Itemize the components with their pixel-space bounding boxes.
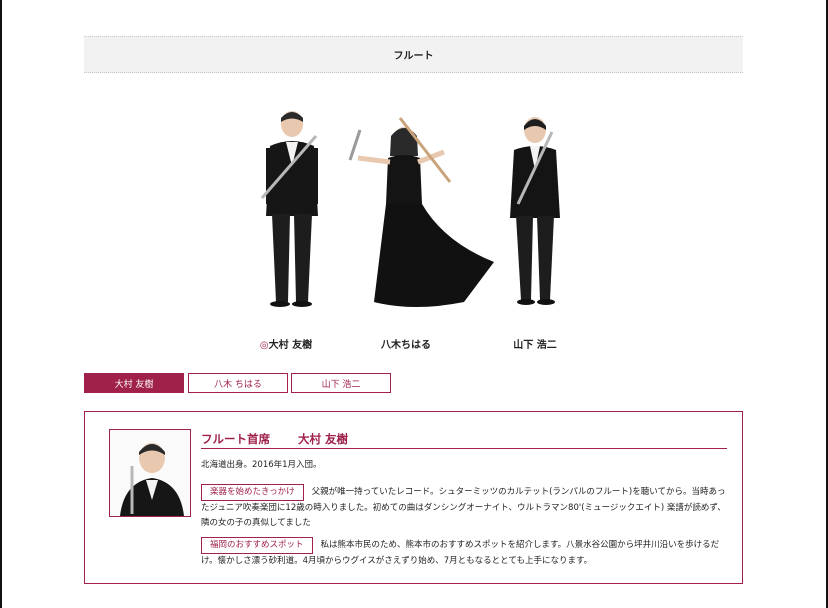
member-photo-3[interactable] bbox=[500, 114, 574, 312]
section-title: フルート bbox=[393, 51, 434, 62]
profile-panel: フルート首席 大村 友樹 北海道出身。2016年1月入団。 楽器を始めたきっかけ父… bbox=[84, 411, 743, 584]
member-photo-2[interactable] bbox=[344, 112, 500, 312]
window-frame-left bbox=[0, 0, 2, 608]
profile-origin: 北海道出身。2016年1月入団。 bbox=[201, 460, 322, 470]
question-1-label: 楽器を始めたきっかけ bbox=[201, 484, 304, 501]
tab-member-1[interactable]: 大村 友樹 bbox=[84, 373, 184, 393]
profile-heading: フルート首席 大村 友樹 bbox=[201, 431, 727, 449]
profile-portrait bbox=[120, 443, 184, 516]
tab-member-2[interactable]: 八木 ちはる bbox=[188, 373, 288, 393]
member-photo-1[interactable] bbox=[252, 106, 332, 311]
profile-question-2: 福岡のおすすめスポット 私は熊本市民のため、熊本市のおすすめスポットを紹介します。… bbox=[201, 537, 731, 569]
profile-name: 大村 友樹 bbox=[298, 432, 349, 446]
question-2-label: 福岡のおすすめスポット bbox=[201, 537, 313, 554]
tab-member-3[interactable]: 山下 浩二 bbox=[291, 373, 391, 393]
section-header: フルート bbox=[84, 36, 743, 73]
member-caption-3: 山下 浩二 bbox=[513, 340, 557, 351]
member-caption-2: 八木ちはる bbox=[381, 340, 431, 351]
profile-photo bbox=[109, 429, 191, 517]
profile-question-1: 楽器を始めたきっかけ 父親が唯一持っていたレコード。シュターミッツのカルテット(ラ… bbox=[201, 484, 731, 531]
profile-role: フルート首席 bbox=[201, 432, 270, 446]
member-caption-1: ◎大村 友樹 bbox=[259, 340, 313, 351]
